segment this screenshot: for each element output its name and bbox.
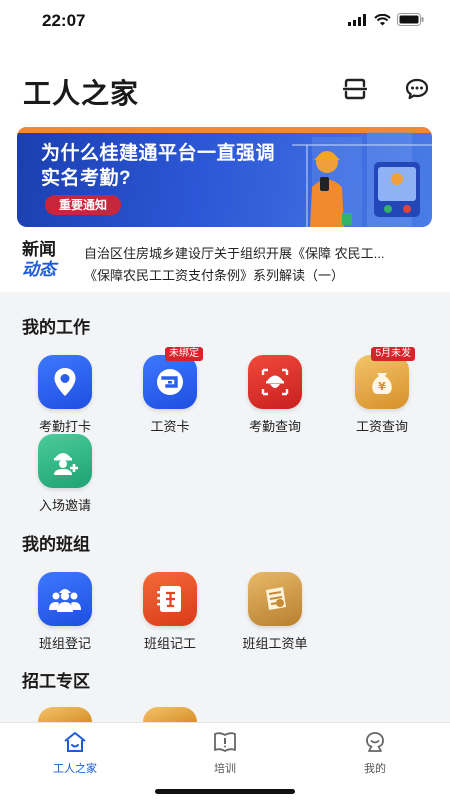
location-pin-icon xyxy=(54,368,76,396)
money-bag-icon: ¥ xyxy=(372,373,392,394)
team-register-tile xyxy=(38,572,92,626)
chat-bubble-icon xyxy=(405,78,429,100)
message-button[interactable] xyxy=(402,74,432,104)
news-logo-line1: 新闻 xyxy=(22,240,56,259)
signal-icon xyxy=(348,13,366,26)
home-icon xyxy=(64,732,86,752)
scan-button[interactable] xyxy=(340,74,370,104)
worker-add-icon xyxy=(54,453,78,475)
site-invite-button[interactable]: 入场邀请 xyxy=(15,434,115,514)
payroll-icon xyxy=(266,587,286,610)
team-icon xyxy=(49,589,81,612)
recruit-tile-partial[interactable] xyxy=(38,707,92,722)
banner-tag: 重要通知 xyxy=(45,195,122,215)
attendance-query-tile xyxy=(248,355,302,409)
team-worklog-tile xyxy=(143,572,197,626)
home-indicator xyxy=(155,789,295,794)
status-icons xyxy=(348,13,424,26)
status-bar: 22:07 xyxy=(0,0,450,44)
news-section: 新闻 动态 自治区住房城乡建设厅关于组织开展《保障 农民工... 《保障农民工工… xyxy=(0,232,450,288)
banner-headline: 为什么桂建通平台一直强调实名考勤? xyxy=(41,143,276,189)
ledger-icon xyxy=(157,586,181,612)
header: 工人之家 xyxy=(0,44,450,124)
tab-home[interactable]: 工人之家 xyxy=(25,731,125,776)
team-register-label: 班组登记 xyxy=(38,636,91,651)
unbound-badge: 未绑定 xyxy=(165,347,203,361)
helmet-face-icon xyxy=(261,368,289,396)
recruit-tile-partial[interactable] xyxy=(143,707,197,722)
site-invite-tile xyxy=(38,434,92,488)
my-team-title: 我的班组 xyxy=(22,535,90,554)
wage-query-tile: ¥ 5月未发 xyxy=(355,347,415,409)
attendance-query-button[interactable]: 考勤查询 xyxy=(225,355,325,435)
wage-card-tile: 未绑定 xyxy=(143,347,203,409)
team-worklog-button[interactable]: 班组记工 xyxy=(120,572,220,652)
battery-icon xyxy=(397,13,424,26)
attendance-query-label: 考勤查询 xyxy=(248,419,301,434)
news-item[interactable]: 《保障农民工工资支付条例》系列解读（一） xyxy=(84,265,434,284)
team-register-button[interactable]: 班组登记 xyxy=(15,572,115,652)
news-item[interactable]: 自治区住房城乡建设厅关于组织开展《保障 农民工... xyxy=(84,243,434,262)
wifi-icon xyxy=(374,13,391,25)
unpaid-badge: 5月未发 xyxy=(371,347,415,361)
team-worklog-label: 班组记工 xyxy=(143,636,196,651)
news-logo-line2: 动态 xyxy=(22,260,56,279)
site-invite-label: 入场邀请 xyxy=(38,498,91,513)
team-payroll-tile xyxy=(248,572,302,626)
top-card: 为什么桂建通平台一直强调实名考勤? 重要通知 新闻 动态 自治区住房城乡建设厅关… xyxy=(0,124,450,292)
tab-mine[interactable]: 我的 xyxy=(325,731,425,776)
wage-card-button[interactable]: 未绑定 工资卡 xyxy=(120,347,220,435)
team-payroll-button[interactable]: 班组工资单 xyxy=(225,572,325,652)
attendance-checkin-label: 考勤打卡 xyxy=(38,419,91,434)
status-time: 22:07 xyxy=(42,11,86,30)
tab-home-label: 工人之家 xyxy=(53,763,97,775)
wage-card-label: 工资卡 xyxy=(150,419,190,434)
attendance-checkin-button[interactable]: 考勤打卡 xyxy=(15,355,115,435)
attendance-checkin-tile xyxy=(38,355,92,409)
banner[interactable]: 为什么桂建通平台一直强调实名考勤? 重要通知 xyxy=(17,127,432,227)
wage-query-button[interactable]: ¥ 5月未发 工资查询 xyxy=(332,347,432,435)
book-icon xyxy=(214,732,236,752)
tab-training-label: 培训 xyxy=(214,763,236,775)
scan-icon xyxy=(343,78,367,100)
profile-icon xyxy=(366,732,384,752)
tab-training[interactable]: 培训 xyxy=(175,731,275,776)
svg-text:¥: ¥ xyxy=(378,380,386,393)
news-logo: 新闻 动态 xyxy=(22,240,68,280)
tab-mine-label: 我的 xyxy=(364,763,386,775)
worker-phone-illustration xyxy=(292,132,432,227)
wage-query-label: 工资查询 xyxy=(355,419,408,434)
my-work-title: 我的工作 xyxy=(22,318,90,337)
bank-card-icon xyxy=(157,369,183,395)
recruit-title: 招工专区 xyxy=(22,672,90,691)
team-payroll-label: 班组工资单 xyxy=(242,636,308,651)
page-title: 工人之家 xyxy=(23,78,140,109)
